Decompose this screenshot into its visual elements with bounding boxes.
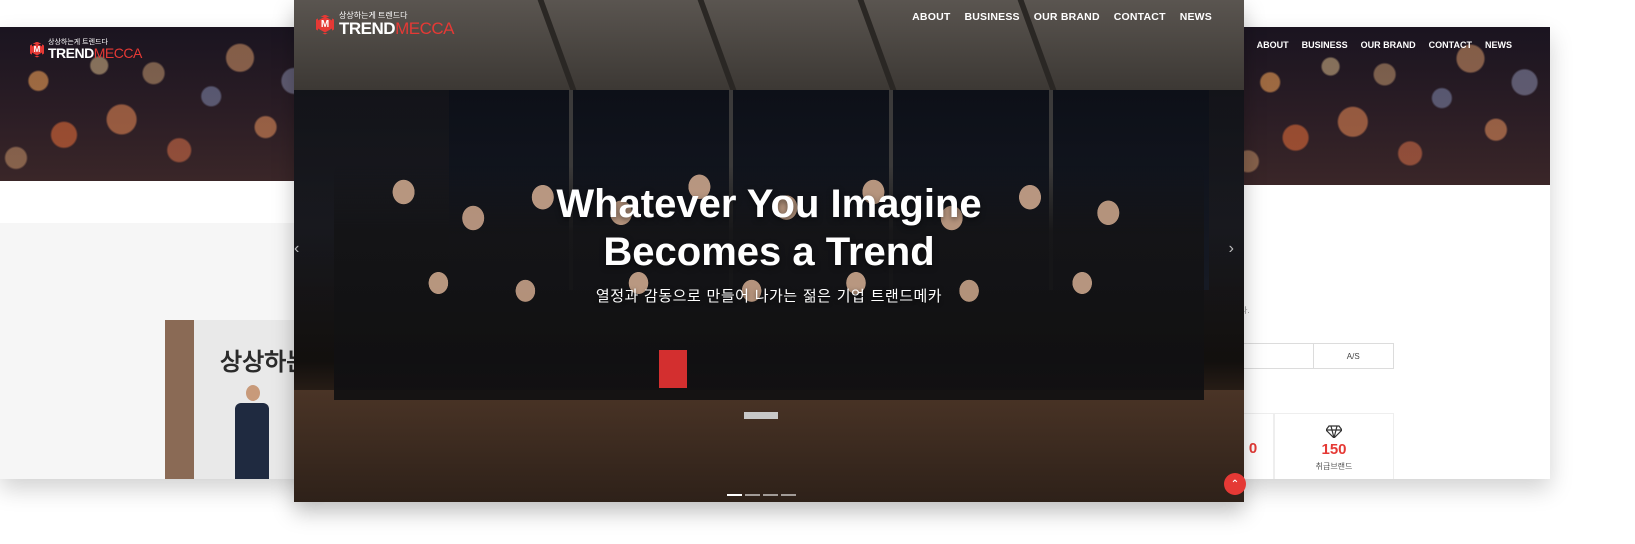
- main-nav: ABOUT BUSINESS OUR BRAND CONTACT NEWS: [912, 11, 1212, 23]
- nav-our-brand[interactable]: OUR BRAND: [1034, 11, 1100, 23]
- right-header-banner: [1232, 27, 1550, 185]
- slide-dot[interactable]: [727, 494, 742, 496]
- right-nav-contact[interactable]: CONTACT: [1429, 40, 1472, 50]
- nav-contact[interactable]: CONTACT: [1114, 11, 1166, 23]
- slide-indicator: [727, 494, 796, 496]
- tab-blank[interactable]: [1233, 344, 1313, 368]
- stat-box-brands: 150 취급브랜드: [1274, 413, 1394, 479]
- diamond-icon: [1326, 424, 1342, 438]
- slider-prev-icon[interactable]: ‹: [294, 240, 299, 258]
- left-white-band: [0, 181, 320, 223]
- nav-business[interactable]: BUSINESS: [964, 11, 1019, 23]
- main-screen-preview: 상상하는게 트렌드다 TRENDMECCA ABOUT BUSINESS OUR…: [294, 0, 1244, 502]
- right-nav-our-brand[interactable]: OUR BRAND: [1361, 40, 1416, 50]
- hero-title-line1: Whatever You Imagine: [556, 182, 982, 226]
- stat-label: 취급브랜드: [1315, 461, 1353, 471]
- logo-name: TRENDMECCA: [339, 19, 454, 38]
- left-logo[interactable]: 상상하는게 트렌드다 TRENDMECCA: [30, 39, 142, 60]
- hero-title: Whatever You Imagine Becomes a Trend: [294, 180, 1244, 276]
- slider-next-icon[interactable]: ›: [1229, 240, 1234, 258]
- person-figure: [235, 385, 271, 479]
- left-screen-preview: 상상하는게 트렌드다 TRENDMECCA 상상하는: [0, 27, 320, 479]
- tab-as[interactable]: A/S: [1312, 344, 1394, 368]
- floor-marker: [744, 412, 778, 419]
- right-tabs: A/S: [1232, 343, 1394, 369]
- slide-dot[interactable]: [745, 494, 760, 496]
- right-screen-preview: ABOUT BUSINESS OUR BRAND CONTACT NEWS 다.…: [1232, 27, 1550, 479]
- nav-about[interactable]: ABOUT: [912, 11, 950, 23]
- floor: [294, 390, 1244, 502]
- stat-number: 150: [1321, 440, 1347, 458]
- stat-number: 0: [1248, 439, 1258, 457]
- right-nav-business[interactable]: BUSINESS: [1302, 40, 1348, 50]
- slide-dot[interactable]: [781, 494, 796, 496]
- right-nav: ABOUT BUSINESS OUR BRAND CONTACT NEWS: [1257, 40, 1512, 50]
- nav-news[interactable]: NEWS: [1180, 11, 1212, 23]
- right-nav-news[interactable]: NEWS: [1485, 40, 1512, 50]
- red-bag: [659, 350, 687, 388]
- chevron-up-icon: ⌃: [1230, 478, 1240, 490]
- main-logo[interactable]: 상상하는게 트렌드다 TRENDMECCA: [316, 12, 454, 37]
- logo-mark-icon: [30, 41, 44, 58]
- right-nav-about[interactable]: ABOUT: [1257, 40, 1289, 50]
- slide-dot[interactable]: [763, 494, 778, 496]
- hero-title-line2: Becomes a Trend: [603, 230, 935, 274]
- showcase-stage: 상상하는게 트렌드다 TRENDMECCA 상상하는 ABOUT BUSINES…: [0, 0, 1635, 544]
- scroll-top-button[interactable]: ⌃: [1224, 473, 1246, 495]
- hero-subtitle: 열정과 감동으로 만들어 나가는 젊은 기업 트랜드메카: [595, 287, 943, 305]
- logo-name: TRENDMECCA: [48, 45, 142, 61]
- logo-mark-icon: [316, 14, 334, 35]
